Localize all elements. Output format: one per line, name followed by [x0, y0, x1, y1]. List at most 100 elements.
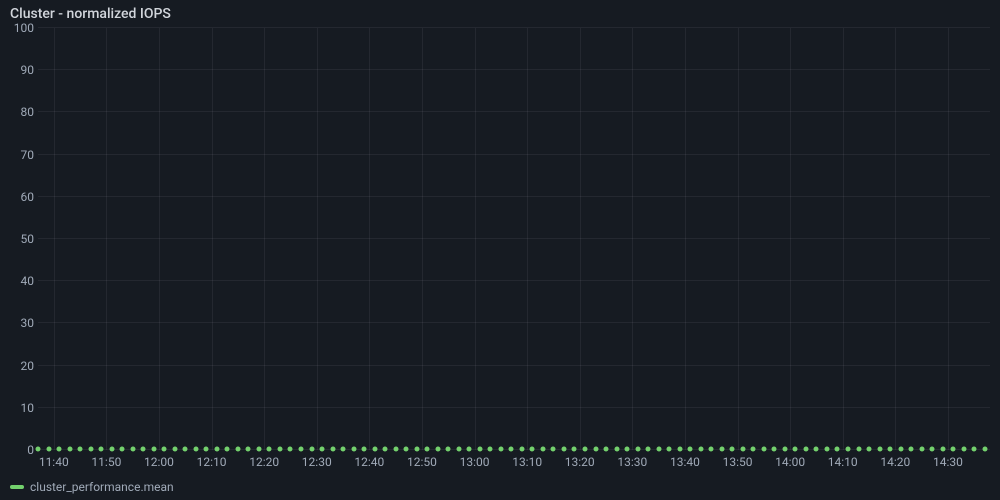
data-point: [141, 447, 146, 452]
x-tick-label: 13:10: [512, 455, 542, 469]
legend[interactable]: cluster_performance.mean: [10, 480, 174, 494]
legend-label: cluster_performance.mean: [30, 480, 174, 494]
legend-swatch: [10, 485, 24, 489]
data-point: [919, 447, 924, 452]
y-tick-label: 30: [21, 316, 35, 330]
data-point: [667, 447, 672, 452]
grid-h: [38, 154, 990, 155]
x-tick-label: 14:00: [775, 455, 805, 469]
grid-v: [580, 28, 581, 450]
data-point: [341, 447, 346, 452]
x-tick-label: 12:00: [144, 455, 174, 469]
data-point: [57, 447, 62, 452]
data-point: [498, 447, 503, 452]
data-point: [688, 447, 693, 452]
data-point: [772, 447, 777, 452]
data-point: [509, 447, 514, 452]
grid-v: [685, 28, 686, 450]
data-point: [740, 447, 745, 452]
data-point: [835, 447, 840, 452]
grid-v: [212, 28, 213, 450]
data-point: [951, 447, 956, 452]
data-point: [803, 447, 808, 452]
data-point: [635, 447, 640, 452]
data-point: [256, 447, 261, 452]
data-point: [372, 447, 377, 452]
data-point: [961, 447, 966, 452]
data-point: [393, 447, 398, 452]
data-point: [362, 447, 367, 452]
data-point: [877, 447, 882, 452]
x-tick-label: 11:50: [91, 455, 121, 469]
data-point: [698, 447, 703, 452]
data-point: [109, 447, 114, 452]
data-point: [909, 447, 914, 452]
data-point: [193, 447, 198, 452]
x-tick-label: 14:30: [933, 455, 963, 469]
y-tick-label: 20: [21, 359, 35, 373]
plot-area[interactable]: [38, 28, 990, 450]
data-point: [446, 447, 451, 452]
grid-v: [895, 28, 896, 450]
data-point: [793, 447, 798, 452]
data-point: [614, 447, 619, 452]
series-line: [38, 447, 990, 451]
y-tick-label: 70: [21, 148, 35, 162]
grid-h: [38, 111, 990, 112]
grid-v: [106, 28, 107, 450]
data-point: [414, 447, 419, 452]
y-tick-label: 10: [21, 401, 35, 415]
data-point: [583, 447, 588, 452]
panel-title: Cluster - normalized IOPS: [10, 6, 171, 22]
y-tick-label: 100: [14, 21, 34, 35]
data-point: [719, 447, 724, 452]
data-point: [646, 447, 651, 452]
data-point: [888, 447, 893, 452]
data-point: [246, 447, 251, 452]
data-point: [625, 447, 630, 452]
data-point: [88, 447, 93, 452]
grid-v: [159, 28, 160, 450]
grid-v: [317, 28, 318, 450]
grid-v: [948, 28, 949, 450]
data-point: [120, 447, 125, 452]
grid-v: [790, 28, 791, 450]
grid-h: [38, 27, 990, 28]
data-point: [530, 447, 535, 452]
x-tick-label: 12:50: [407, 455, 437, 469]
data-point: [225, 447, 230, 452]
data-point: [593, 447, 598, 452]
data-point: [204, 447, 209, 452]
data-point: [572, 447, 577, 452]
data-point: [298, 447, 303, 452]
x-tick-label: 14:10: [828, 455, 858, 469]
grid-v: [264, 28, 265, 450]
data-point: [99, 447, 104, 452]
grid-v: [527, 28, 528, 450]
grid-h: [38, 280, 990, 281]
data-point: [36, 447, 41, 452]
grid-v: [422, 28, 423, 450]
data-point: [320, 447, 325, 452]
y-tick-label: 50: [21, 232, 35, 246]
x-tick-label: 12:30: [302, 455, 332, 469]
data-point: [824, 447, 829, 452]
x-tick-label: 11:40: [39, 455, 69, 469]
x-tick-label: 12:40: [354, 455, 384, 469]
grid-h: [38, 365, 990, 366]
grid-h: [38, 238, 990, 239]
data-point: [46, 447, 51, 452]
data-point: [782, 447, 787, 452]
y-tick-label: 80: [21, 105, 35, 119]
grid-h: [38, 69, 990, 70]
data-point: [172, 447, 177, 452]
grid-v: [54, 28, 55, 450]
data-point: [867, 447, 872, 452]
data-point: [814, 447, 819, 452]
grid-v: [369, 28, 370, 450]
data-point: [435, 447, 440, 452]
x-tick-label: 12:10: [197, 455, 227, 469]
data-point: [404, 447, 409, 452]
data-point: [330, 447, 335, 452]
data-point: [561, 447, 566, 452]
